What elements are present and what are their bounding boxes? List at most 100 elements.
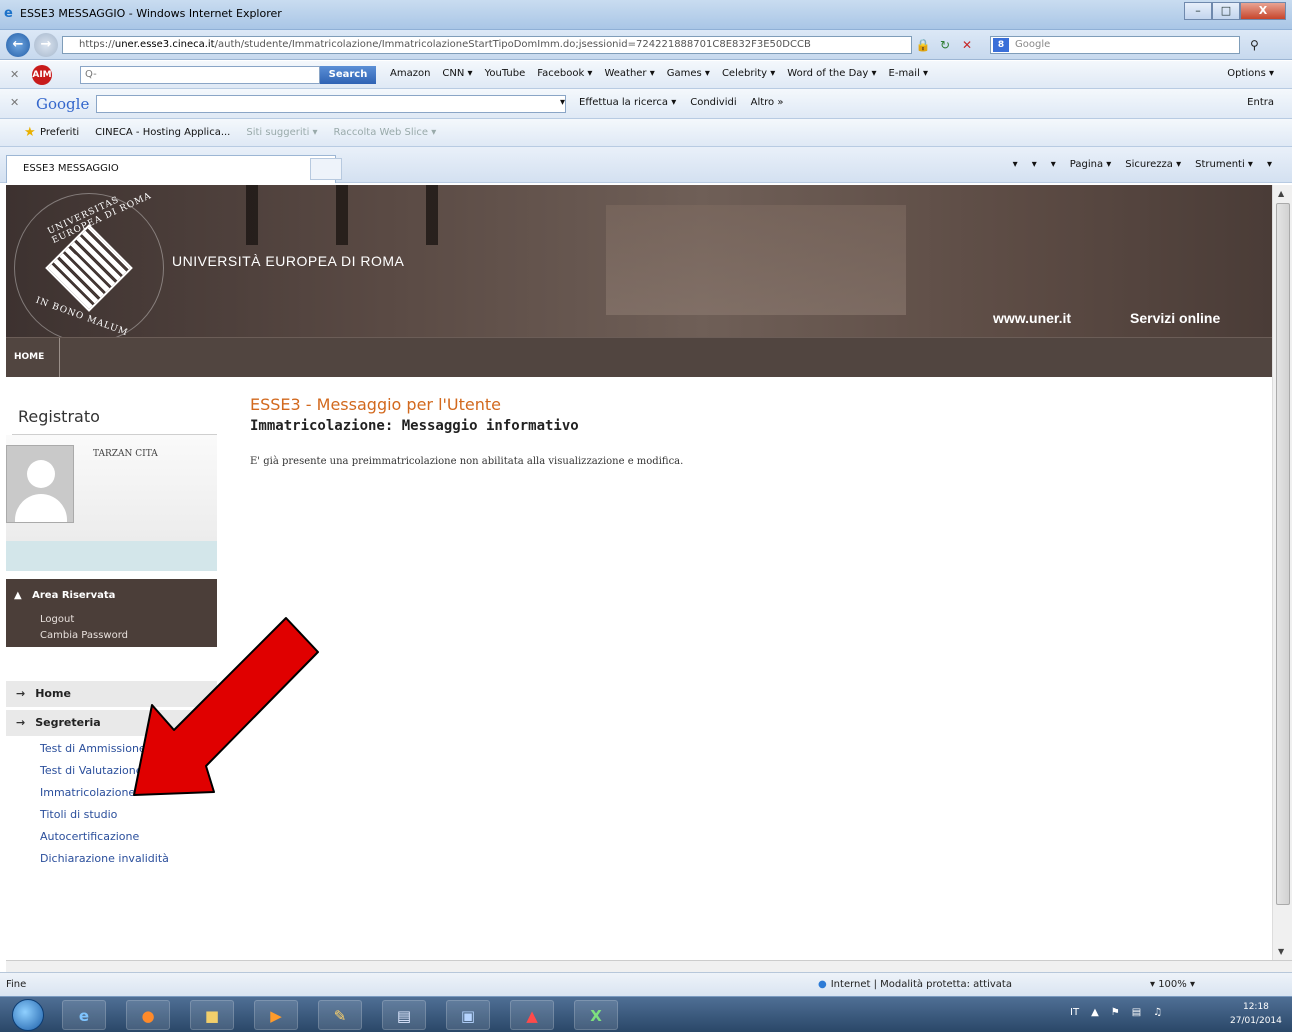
feeds-cmd-icon[interactable]: ▾ (1032, 159, 1037, 170)
help-menu[interactable]: ▾ (1267, 159, 1272, 170)
logout-link[interactable]: Logout (40, 614, 74, 625)
link-autocertificazione[interactable]: Autocertificazione (40, 830, 139, 843)
vertical-scrollbar[interactable]: ▲ ▼ (1272, 185, 1292, 960)
address-icons: 🔒 ↻ ✕ (914, 36, 976, 54)
menu-home[interactable]: HOME (14, 352, 44, 362)
status-text: Fine (6, 979, 27, 990)
google-search-button[interactable]: Effettua la ricerca ▾ (579, 97, 676, 108)
sidebar-item-segreteria[interactable]: → Segreteria (6, 710, 217, 736)
tab-esse3-messaggio[interactable]: ESSE3 MESSAGGIO (6, 155, 336, 183)
network-icon[interactable]: ▤ (1132, 1007, 1141, 1018)
print-cmd-icon[interactable]: ▾ (1051, 159, 1056, 170)
favorites-star-icon[interactable]: ★ (24, 125, 36, 140)
address-row: ← → https://uner.esse3.cineca.it/auth/st… (0, 30, 1292, 60)
scroll-down-icon[interactable]: ▼ (1278, 947, 1284, 956)
google-signin[interactable]: Entra (1247, 97, 1274, 108)
document-taskbar-icon[interactable]: ▣ (446, 1000, 490, 1030)
new-tab-button[interactable] (310, 158, 342, 180)
uner-site-link[interactable]: www.uner.it (993, 310, 1071, 326)
toolbar-link-cnn[interactable]: CNN ▾ (442, 68, 472, 79)
change-password-link[interactable]: Cambia Password (40, 630, 128, 641)
maximize-button[interactable]: □ (1212, 2, 1240, 20)
avatar (6, 445, 74, 523)
minimize-button[interactable]: – (1184, 2, 1212, 20)
favorite-web-slice[interactable]: Raccolta Web Slice ▾ (334, 127, 437, 138)
browser-search-input[interactable]: 8 Google (990, 36, 1240, 54)
google-share-button[interactable]: Condividi (690, 97, 736, 108)
window-titlebar: e ESSE3 MESSAGGIO - Windows Internet Exp… (0, 0, 1292, 30)
tab-bar: ESSE3 MESSAGGIO ▾ ▾ ▾ Pagina ▾ Sicurezza… (0, 147, 1292, 183)
aim-logo-icon[interactable]: AIM (32, 65, 52, 85)
security-menu[interactable]: Sicurezza ▾ (1125, 159, 1181, 170)
library-taskbar-icon[interactable]: ▤ (382, 1000, 426, 1030)
top-menu: HOME (6, 337, 1272, 378)
university-seal-logo: UNIVERSITAS EUROPEA DI ROMA IN BONO MALU… (14, 191, 164, 343)
toolbar-link-youtube[interactable]: YouTube (485, 68, 526, 79)
toolbar-link-weather[interactable]: Weather ▾ (604, 68, 654, 79)
firefox-taskbar-icon[interactable]: ● (126, 1000, 170, 1030)
favorites-button[interactable]: Preferiti (40, 127, 79, 138)
toolbar-link-celebrity[interactable]: Celebrity ▾ (722, 68, 775, 79)
google-toolbar-items: ▾ Effettua la ricerca ▾ Condividi Altro … (560, 97, 783, 108)
google-dropdown[interactable]: ▾ (560, 97, 565, 108)
status-bar: Fine ● Internet | Modalità protetta: atti… (0, 972, 1292, 996)
aim-toolbar: ✕ AIM Q- Search Amazon CNN ▾ YouTube Fac… (0, 61, 1292, 89)
sidebar-item-home[interactable]: → Home (6, 681, 217, 707)
scroll-up-icon[interactable]: ▲ (1278, 189, 1284, 198)
magnifier-icon[interactable]: ⚲ (1250, 38, 1259, 52)
scroll-thumb[interactable] (1276, 203, 1290, 905)
page-content: UNIVERSITAS EUROPEA DI ROMA IN BONO MALU… (6, 185, 1272, 960)
page-menu[interactable]: Pagina ▾ (1070, 159, 1112, 170)
toolbar-link-email[interactable]: E-mail ▾ (889, 68, 929, 79)
tools-menu[interactable]: Strumenti ▾ (1195, 159, 1253, 170)
google-search-icon: 8 (993, 38, 1009, 52)
pdf-taskbar-icon[interactable]: ▲ (510, 1000, 554, 1030)
favorite-suggested-sites[interactable]: Siti suggeriti ▾ (246, 127, 317, 138)
link-test-valutazione[interactable]: Test di Valutazione (40, 764, 143, 777)
lock-icon[interactable]: 🔒 (914, 36, 932, 54)
google-more-button[interactable]: Altro » (751, 97, 784, 108)
address-prefix: https:// (79, 39, 115, 50)
link-immatricolazione[interactable]: Immatricolazione (40, 786, 135, 799)
close-button[interactable]: X (1240, 2, 1286, 20)
link-dichiarazione-invalidita[interactable]: Dichiarazione invalidità (40, 852, 169, 865)
reserved-area-header: ▲ Area Riservata (14, 590, 116, 601)
toolbar-link-word-of-day[interactable]: Word of the Day ▾ (787, 68, 876, 79)
refresh-icon[interactable]: ↻ (936, 36, 954, 54)
google-logo: Google (36, 95, 90, 113)
toolbar-options[interactable]: Options ▾ (1227, 68, 1274, 79)
close-toolbar-icon[interactable]: ✕ (10, 68, 19, 81)
arrow-right-icon: → (16, 687, 26, 700)
toolbar-link-amazon[interactable]: Amazon (390, 68, 430, 79)
tray-arrow-icon[interactable]: ▲ (1091, 1007, 1099, 1018)
language-indicator[interactable]: IT (1070, 1007, 1079, 1018)
paint-taskbar-icon[interactable]: ✎ (318, 1000, 362, 1030)
sidebar: Registrato TARZAN CITA ▲ Area Riservata … (6, 377, 217, 960)
flag-icon[interactable]: ⚑ (1111, 1007, 1120, 1018)
toolbar-search-input[interactable]: Q- (80, 66, 320, 84)
ie-taskbar-icon[interactable]: e (62, 1000, 106, 1030)
media-player-taskbar-icon[interactable]: ▶ (254, 1000, 298, 1030)
link-titoli-studio[interactable]: Titoli di studio (40, 808, 117, 821)
excel-taskbar-icon[interactable]: X (574, 1000, 618, 1030)
home-cmd-icon[interactable]: ▾ (1013, 159, 1018, 170)
toolbar-link-facebook[interactable]: Facebook ▾ (537, 68, 592, 79)
toolbar-link-games[interactable]: Games ▾ (667, 68, 710, 79)
favorite-cineca[interactable]: CINECA - Hosting Applica... (95, 127, 230, 138)
forward-button[interactable]: → (34, 33, 58, 57)
start-button[interactable] (12, 999, 44, 1031)
close-toolbar-icon[interactable]: ✕ (10, 96, 19, 109)
back-button[interactable]: ← (6, 33, 30, 57)
info-message: E' già presente una preimmatricolazione … (250, 456, 684, 467)
volume-icon[interactable]: ♫ (1153, 1007, 1162, 1018)
clock[interactable]: 12:18 27/01/2014 (1230, 1000, 1282, 1028)
link-test-ammissione[interactable]: Test di Ammissione (40, 742, 146, 755)
system-tray: IT ▲ ⚑ ▤ ♫ (1070, 1007, 1162, 1018)
stop-icon[interactable]: ✕ (958, 36, 976, 54)
explorer-taskbar-icon[interactable]: ■ (190, 1000, 234, 1030)
toolbar-search-button[interactable]: Search (320, 66, 376, 84)
servizi-online-link[interactable]: Servizi online (1130, 310, 1220, 326)
zoom-level[interactable]: ▾ 100% ▾ (1150, 979, 1195, 990)
google-toolbar-input[interactable] (96, 95, 566, 113)
address-bar[interactable]: https://uner.esse3.cineca.it/auth/studen… (62, 36, 912, 54)
